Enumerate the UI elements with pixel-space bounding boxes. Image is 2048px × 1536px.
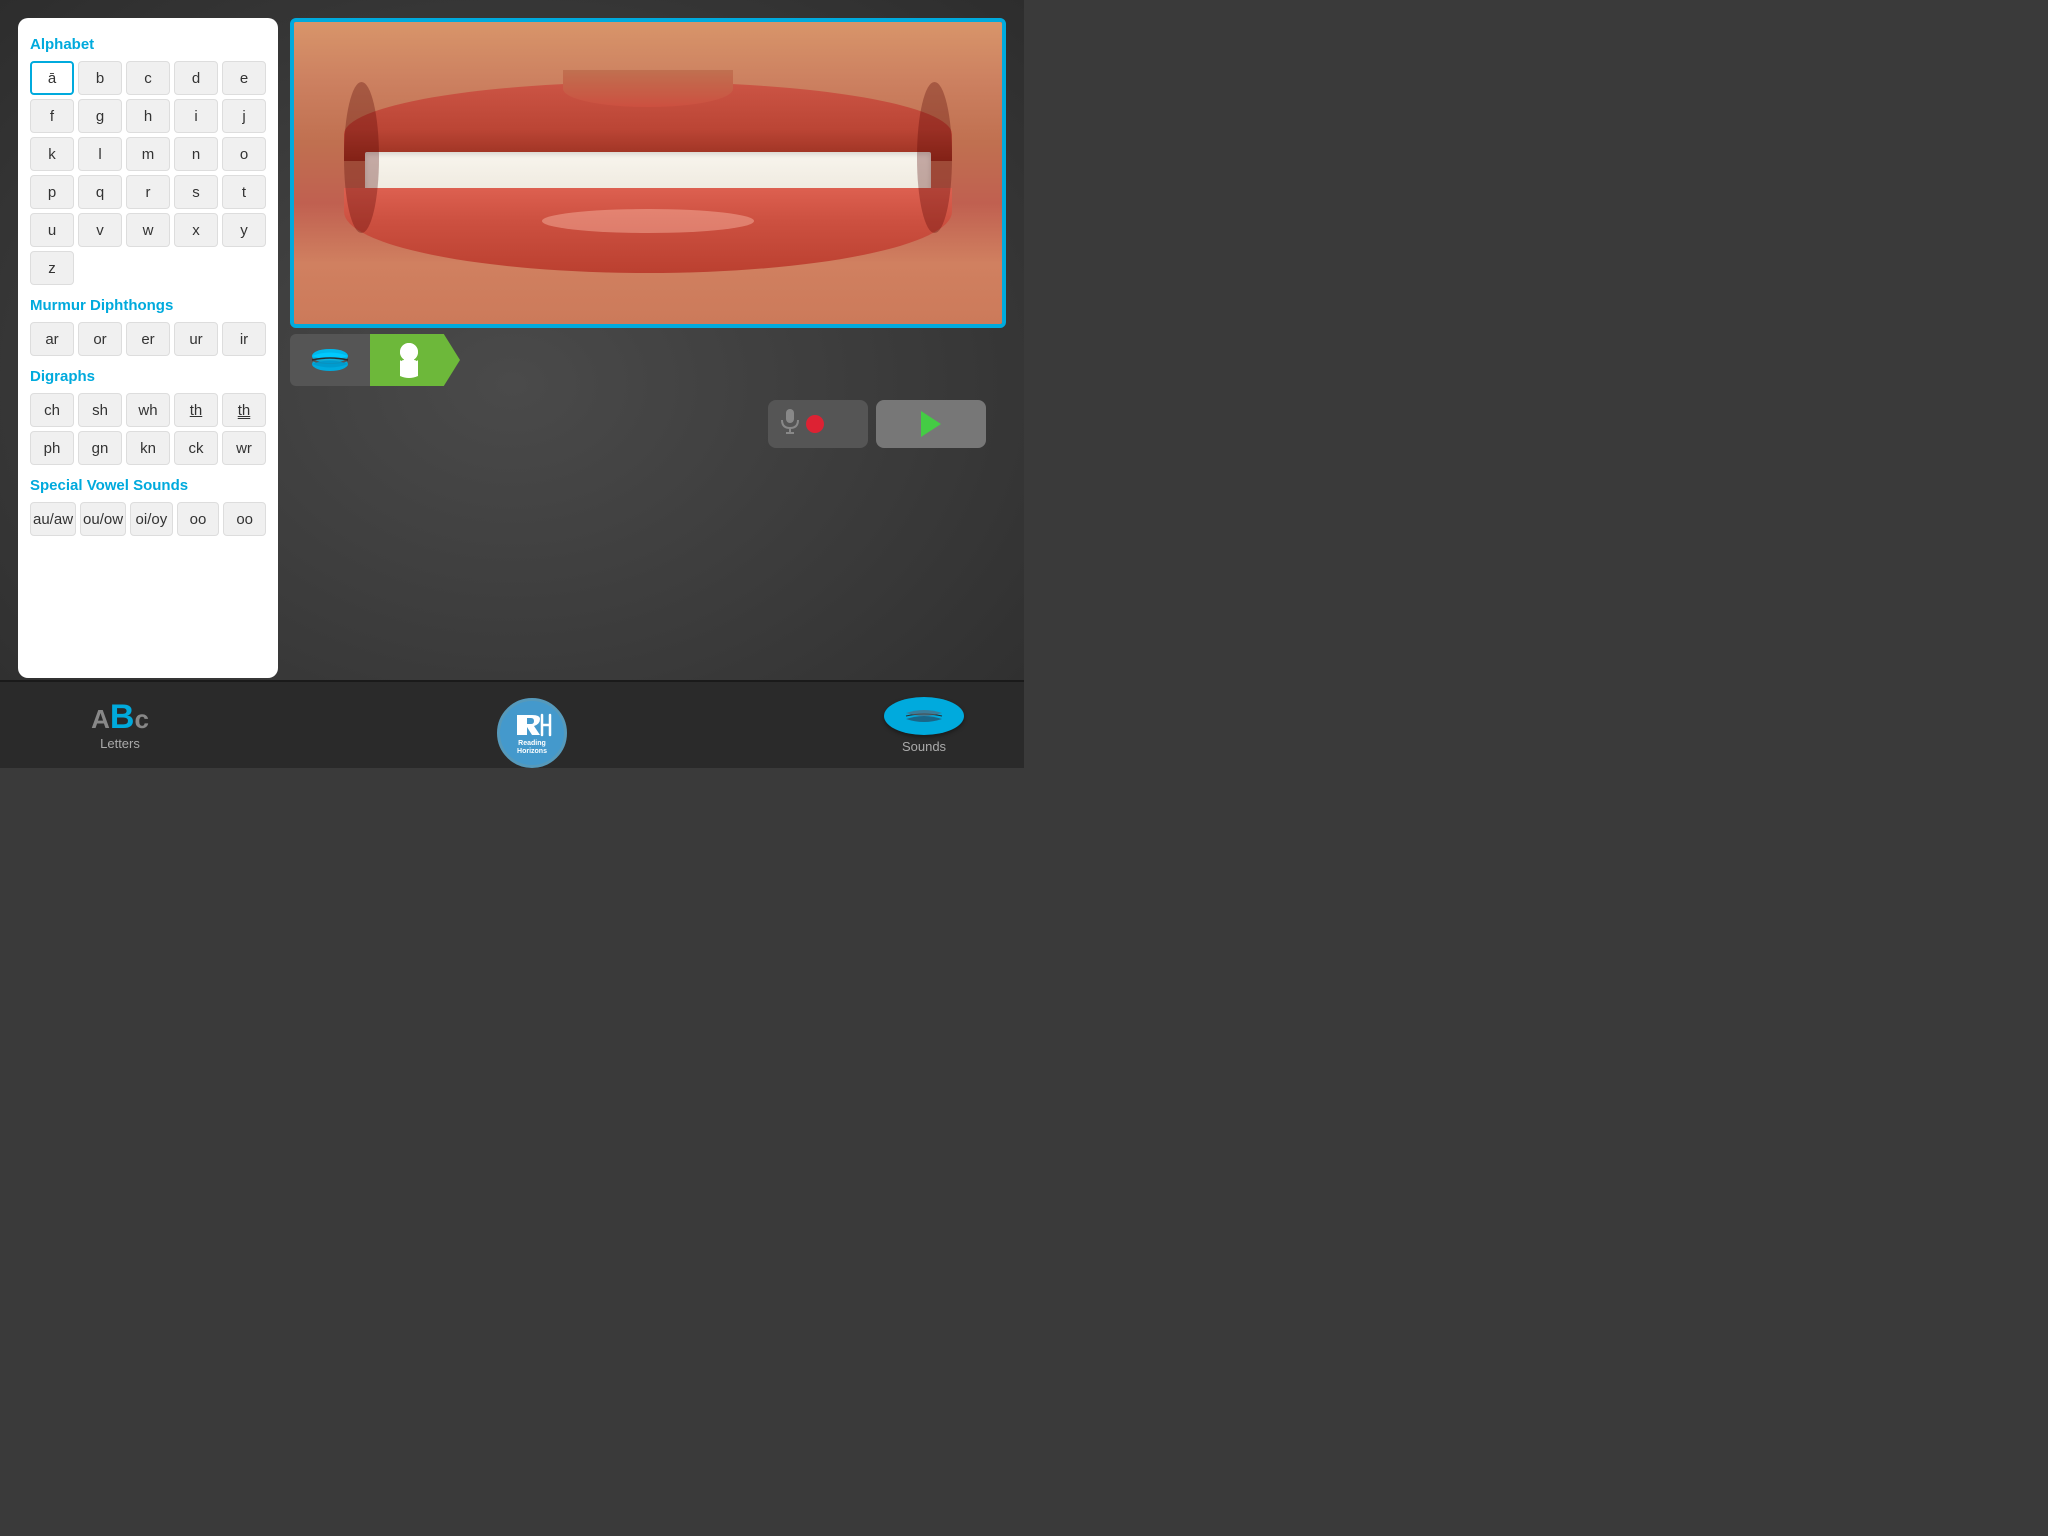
view-buttons-container xyxy=(290,334,1006,386)
letter-cell-i[interactable]: i xyxy=(174,99,218,133)
special-vowel-grid: au/aw ou/ow oi/oy oo oo xyxy=(30,502,266,536)
right-panel xyxy=(290,18,1006,678)
logo-icon xyxy=(512,710,552,740)
letter-cell-j[interactable]: j xyxy=(222,99,266,133)
murmur-title: Murmur Diphthongs xyxy=(30,297,266,314)
letters-nav-item[interactable]: ABc Letters xyxy=(60,700,180,751)
record-button[interactable] xyxy=(768,400,868,448)
letter-cell-m[interactable]: m xyxy=(126,137,170,171)
letter-cell-u[interactable]: u xyxy=(30,213,74,247)
digraph-gn[interactable]: gn xyxy=(78,431,122,465)
letter-cell-k[interactable]: k xyxy=(30,137,74,171)
digraphs-title: Digraphs xyxy=(30,368,266,385)
reading-horizons-logo: Reading Horizons xyxy=(497,690,567,760)
microphone-icon xyxy=(780,408,800,440)
lips-icon xyxy=(308,348,352,372)
digraph-sh[interactable]: sh xyxy=(78,393,122,427)
controls-container xyxy=(290,400,1006,448)
letter-cell-g[interactable]: g xyxy=(78,99,122,133)
letter-cell-c[interactable]: c xyxy=(126,61,170,95)
sounds-lips-icon xyxy=(902,705,946,727)
letter-cell-a[interactable]: ā xyxy=(30,61,74,95)
vowel-oo-long[interactable]: oo xyxy=(177,502,220,536)
lip-image xyxy=(294,22,1002,324)
letters-icon: ABc xyxy=(91,700,149,734)
lips-view-button[interactable] xyxy=(290,334,370,386)
digraph-wr[interactable]: wr xyxy=(222,431,266,465)
murmur-ir[interactable]: ir xyxy=(222,322,266,356)
digraph-kn[interactable]: kn xyxy=(126,431,170,465)
letter-cell-d[interactable]: d xyxy=(174,61,218,95)
letter-cell-x[interactable]: x xyxy=(174,213,218,247)
digraph-ck[interactable]: ck xyxy=(174,431,218,465)
letter-cell-z[interactable]: z xyxy=(30,251,74,285)
left-panel: Alphabet ā b c d e f g h i j k l m n o p… xyxy=(18,18,278,678)
sounds-nav-item[interactable]: Sounds xyxy=(884,697,964,754)
alphabet-grid: ā b c d e f g h i j k l m n o p q r s t … xyxy=(30,61,266,285)
digraph-th-voiced[interactable]: th xyxy=(174,393,218,427)
murmur-ar[interactable]: ar xyxy=(30,322,74,356)
letter-cell-p[interactable]: p xyxy=(30,175,74,209)
letter-cell-o[interactable]: o xyxy=(222,137,266,171)
letter-cell-w[interactable]: w xyxy=(126,213,170,247)
video-frame xyxy=(290,18,1006,328)
letters-label: Letters xyxy=(100,736,140,751)
letter-cell-y[interactable]: y xyxy=(222,213,266,247)
profile-icon xyxy=(393,342,425,378)
letter-cell-t[interactable]: t xyxy=(222,175,266,209)
sounds-oval-icon xyxy=(884,697,964,735)
digraphs-grid: ch sh wh th th ph gn kn ck wr xyxy=(30,393,266,465)
bottom-nav: ABc Letters Reading Horizons xyxy=(0,680,1024,768)
sounds-label: Sounds xyxy=(902,739,946,754)
letter-cell-r[interactable]: r xyxy=(126,175,170,209)
alphabet-title: Alphabet xyxy=(30,36,266,53)
murmur-grid: ar or er ur ir xyxy=(30,322,266,356)
murmur-er[interactable]: er xyxy=(126,322,170,356)
record-dot-icon xyxy=(806,415,824,433)
letter-cell-l[interactable]: l xyxy=(78,137,122,171)
murmur-or[interactable]: or xyxy=(78,322,122,356)
mic-icon xyxy=(780,408,800,434)
letter-cell-q[interactable]: q xyxy=(78,175,122,209)
letter-cell-v[interactable]: v xyxy=(78,213,122,247)
vowel-oi-oy[interactable]: oi/oy xyxy=(130,502,173,536)
letter-cell-f[interactable]: f xyxy=(30,99,74,133)
digraph-ph[interactable]: ph xyxy=(30,431,74,465)
digraph-ch[interactable]: ch xyxy=(30,393,74,427)
letter-cell-b[interactable]: b xyxy=(78,61,122,95)
special-vowel-title: Special Vowel Sounds xyxy=(30,477,266,494)
play-triangle-icon xyxy=(921,411,941,437)
murmur-ur[interactable]: ur xyxy=(174,322,218,356)
logo-text: Reading Horizons xyxy=(517,740,547,757)
letter-cell-s[interactable]: s xyxy=(174,175,218,209)
letter-cell-n[interactable]: n xyxy=(174,137,218,171)
play-button[interactable] xyxy=(876,400,986,448)
vowel-au-aw[interactable]: au/aw xyxy=(30,502,76,536)
logo-circle: Reading Horizons xyxy=(497,698,567,768)
vowel-ou-ow[interactable]: ou/ow xyxy=(80,502,126,536)
letter-cell-h[interactable]: h xyxy=(126,99,170,133)
profile-view-button[interactable] xyxy=(370,334,460,386)
vowel-oo-short[interactable]: oo xyxy=(223,502,266,536)
digraph-wh[interactable]: wh xyxy=(126,393,170,427)
letter-cell-e[interactable]: e xyxy=(222,61,266,95)
digraph-th-unvoiced[interactable]: th xyxy=(222,393,266,427)
